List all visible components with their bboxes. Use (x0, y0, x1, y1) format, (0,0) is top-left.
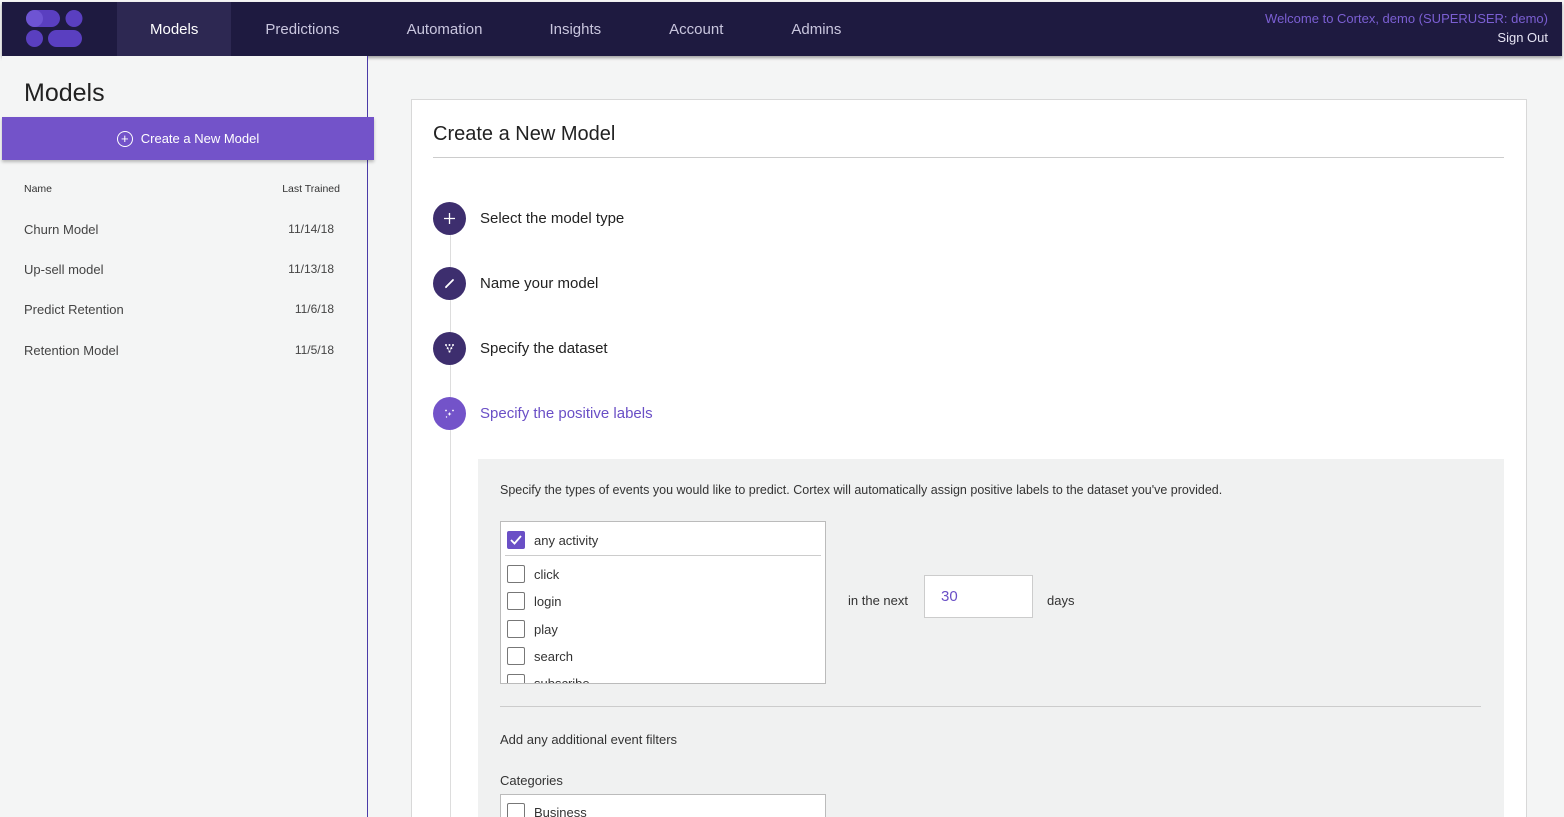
models-table-header: Name Last Trained (24, 183, 340, 195)
cortex-logo-icon[interactable] (24, 8, 86, 50)
create-model-card: Create a New Model Select the model type… (411, 99, 1527, 817)
dataset-icon (433, 332, 466, 365)
column-header-name[interactable]: Name (24, 183, 52, 195)
model-last-trained: 11/13/18 (288, 262, 334, 276)
categories-label: Categories (500, 773, 563, 788)
title-divider (433, 157, 1504, 158)
checkbox-label: Business (534, 804, 587, 817)
nav-item-automation[interactable]: Automation (374, 2, 516, 56)
create-new-model-label: Create a New Model (140, 131, 260, 146)
checkbox-label: play (534, 621, 558, 637)
step-select-model-type[interactable]: Select the model type (433, 202, 624, 235)
nav-item-models[interactable]: Models (117, 2, 232, 56)
welcome-message: Welcome to Cortex, demo (SUPERUSER: demo… (1265, 11, 1548, 26)
categories-list[interactable]: Business (500, 794, 826, 817)
nav-item-insights[interactable]: Insights (515, 2, 635, 56)
nav-item-predictions[interactable]: Predictions (231, 2, 373, 56)
positive-labels-panel: Specify the types of events you would li… (478, 459, 1504, 817)
event-option-search[interactable]: search (507, 647, 573, 665)
model-last-trained: 11/6/18 (294, 302, 334, 316)
checkbox[interactable] (507, 620, 525, 638)
event-option-login[interactable]: login (507, 592, 561, 610)
event-option-any-activity[interactable]: any activity (507, 531, 598, 549)
checkbox-label: login (534, 593, 562, 609)
step-label: Name your model (480, 275, 599, 292)
event-option-subscribe[interactable]: subscribe (507, 674, 590, 684)
table-row[interactable]: Predict Retention 11/6/18 (24, 302, 340, 317)
model-name: Up-sell model (24, 262, 104, 277)
pencil-icon (433, 267, 466, 300)
step-label: Specify the dataset (480, 340, 608, 357)
checkbox-label: any activity (534, 532, 599, 548)
in-the-next-label: in the next (848, 593, 908, 608)
step-label: Specify the positive labels (480, 405, 653, 422)
checkbox[interactable] (507, 565, 525, 583)
table-row[interactable]: Churn Model 11/14/18 (24, 222, 340, 237)
step-specify-dataset[interactable]: Specify the dataset (433, 332, 608, 365)
event-type-list[interactable]: any activity click login play search sub… (500, 521, 826, 684)
table-row[interactable]: Up-sell model 11/13/18 (24, 262, 340, 277)
step-specify-positive-labels[interactable]: Specify the positive labels (433, 397, 653, 430)
plus-icon (433, 202, 466, 235)
checkbox[interactable] (507, 674, 525, 683)
days-input[interactable] (924, 575, 1033, 618)
checkbox-label: subscribe (534, 675, 590, 684)
checkbox[interactable] (507, 592, 525, 610)
panel-instructions: Specify the types of events you would li… (500, 483, 1223, 497)
nav-item-admins[interactable]: Admins (757, 2, 875, 56)
models-sidebar: Models + Create a New Model Name Last Tr… (2, 56, 374, 817)
nav-item-account[interactable]: Account (635, 2, 757, 56)
sign-out-link[interactable]: Sign Out (1497, 30, 1548, 45)
panel-divider (500, 706, 1481, 707)
add-circle-icon: + (116, 130, 133, 147)
days-unit-label: days (1047, 593, 1075, 608)
model-name: Retention Model (24, 343, 119, 358)
checkbox[interactable] (507, 803, 525, 817)
step-name-model[interactable]: Name your model (433, 267, 598, 300)
model-name: Churn Model (24, 222, 99, 237)
sidebar-title: Models (24, 79, 105, 107)
model-name: Predict Retention (24, 302, 124, 317)
checkbox[interactable] (507, 531, 525, 549)
checkbox-label: search (534, 648, 574, 664)
event-option-click[interactable]: click (507, 565, 559, 583)
column-header-last-trained[interactable]: Last Trained (282, 183, 340, 195)
main-nav: Models Predictions Automation Insights A… (117, 2, 875, 56)
steps-connector-line (450, 220, 451, 817)
additional-filters-label: Add any additional event filters (500, 732, 678, 747)
model-last-trained: 11/5/18 (294, 343, 334, 357)
checkbox[interactable] (507, 647, 525, 665)
model-last-trained: 11/14/18 (288, 222, 334, 236)
category-option-business[interactable]: Business (507, 803, 587, 817)
checkbox-label: click (534, 566, 560, 582)
sparkle-icon (433, 397, 466, 430)
page-title: Create a New Model (433, 123, 616, 145)
top-nav-bar: Models Predictions Automation Insights A… (2, 2, 1562, 56)
list-divider (505, 555, 821, 556)
step-label: Select the model type (480, 210, 625, 227)
table-row[interactable]: Retention Model 11/5/18 (24, 343, 340, 358)
create-new-model-button[interactable]: + Create a New Model (2, 117, 374, 160)
event-option-play[interactable]: play (507, 620, 558, 638)
